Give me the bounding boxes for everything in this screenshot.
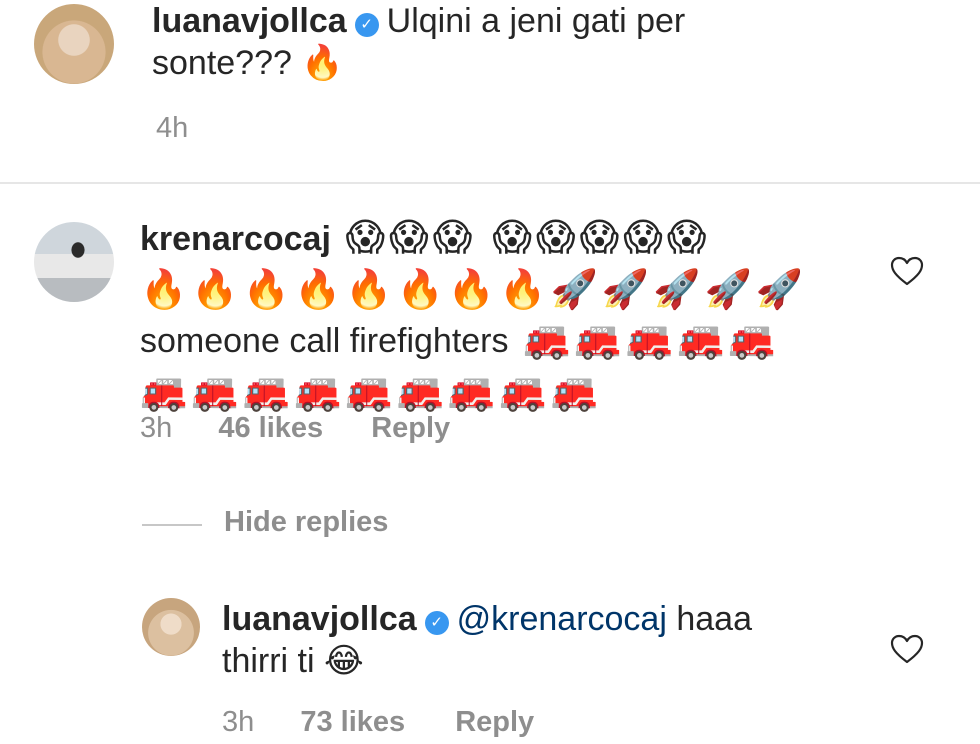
- verified-badge-icon: ✓: [424, 611, 449, 635]
- post-caption-line2: sonte???: [152, 44, 292, 82]
- reply-author-avatar[interactable]: [142, 598, 200, 656]
- post-timestamp[interactable]: 4h: [156, 112, 188, 145]
- heart-outline-icon[interactable]: [890, 634, 924, 664]
- fire-engine-emoji-icon: 🚒🚒🚒🚒🚒: [523, 317, 780, 361]
- post-author-username[interactable]: luanavjollca: [152, 2, 347, 40]
- post-author-avatar[interactable]: [34, 4, 114, 84]
- scream-emoji-icon: 😱😱😱 😱😱😱😱😱: [345, 215, 711, 259]
- reply-meta-row: 3h 73 likes Reply: [222, 706, 534, 739]
- commenter-username[interactable]: krenarcocaj: [140, 220, 331, 258]
- post-caption-line1: Ulqini a jeni gati per: [386, 2, 686, 40]
- comment-likes[interactable]: 46 likes: [218, 412, 323, 444]
- comment-text: someone call firefighters: [140, 322, 509, 360]
- comment-meta-row: 3h 46 likes Reply: [140, 412, 450, 445]
- comment-reply-button[interactable]: Reply: [371, 412, 450, 444]
- laughing-tears-emoji-icon: 😂: [324, 641, 364, 681]
- heart-outline-icon[interactable]: [890, 256, 924, 286]
- section-divider: [0, 182, 980, 184]
- comment-timestamp[interactable]: 3h: [140, 412, 172, 444]
- reply-mention-link[interactable]: @krenarcocaj: [457, 600, 667, 638]
- fire-emoji-icon: 🔥: [301, 43, 344, 83]
- reply-timestamp[interactable]: 3h: [222, 706, 254, 738]
- hide-replies-line: [142, 524, 202, 526]
- reply-author-username[interactable]: luanavjollca: [222, 600, 417, 638]
- reply-reply-button[interactable]: Reply: [455, 706, 534, 738]
- reply-text-line1: haaa: [676, 600, 752, 638]
- fire-engine-emoji-row: 🚒🚒🚒🚒🚒🚒🚒🚒🚒: [140, 369, 602, 413]
- post-caption: luanavjollca ✓ Ulqini a jeni gati per sont…: [152, 0, 912, 84]
- comment-body: krenarcocaj 😱😱😱 😱😱😱😱😱 🔥🔥🔥🔥🔥🔥🔥🔥🚀🚀🚀🚀🚀 some…: [140, 212, 860, 416]
- verified-badge-icon: ✓: [354, 13, 379, 37]
- reply-text-line2: thirri ti: [222, 642, 315, 680]
- comment-text-row: someone call firefighters 🚒🚒🚒🚒🚒: [140, 314, 860, 366]
- reply-body: luanavjollca ✓ @krenarcocaj haaa thirri ti…: [222, 598, 842, 682]
- comment-header-row: krenarcocaj 😱😱😱 😱😱😱😱😱: [140, 212, 860, 264]
- hide-replies-button[interactable]: Hide replies: [224, 506, 388, 539]
- reply-likes[interactable]: 73 likes: [300, 706, 405, 738]
- fire-rocket-emoji-row: 🔥🔥🔥🔥🔥🔥🔥🔥🚀🚀🚀🚀🚀: [140, 267, 808, 311]
- commenter-avatar[interactable]: [34, 222, 114, 302]
